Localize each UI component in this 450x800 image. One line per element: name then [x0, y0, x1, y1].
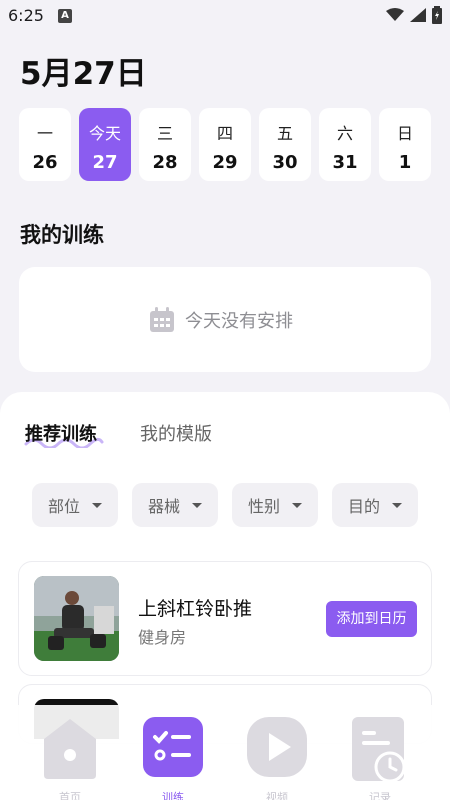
wifi-icon: [386, 8, 404, 21]
calendar-icon: [150, 307, 174, 332]
day-label: 今天: [88, 124, 121, 143]
day-number: 30: [272, 152, 298, 173]
day-friday[interactable]: 五 30: [259, 108, 311, 181]
filter-label: 目的: [347, 497, 380, 516]
nav-plan-label: 训练: [162, 791, 184, 800]
day-label: 四: [216, 124, 233, 143]
workout-thumbnail: [34, 576, 119, 661]
day-wednesday[interactable]: 三 28: [139, 108, 191, 181]
day-label: 六: [336, 124, 353, 143]
nav-history-label: 记录: [369, 791, 391, 800]
workout-photo-icon: [34, 576, 119, 661]
history-report-icon: [352, 717, 406, 783]
day-today[interactable]: 今天 27: [79, 108, 131, 181]
nav-plan[interactable]: [143, 717, 203, 777]
caret-down-icon: [392, 502, 402, 508]
my-training-empty-card: 今天没有安排: [19, 267, 431, 372]
workout-title: 上斜杠铃卧推: [138, 598, 253, 620]
tab-my-templates[interactable]: 我的模版: [140, 420, 212, 446]
page-title-date: 5月27日: [20, 56, 147, 92]
day-number: 27: [92, 152, 118, 173]
empty-state-text: 今天没有安排: [185, 311, 293, 332]
nav-home-label: 首页: [59, 791, 81, 800]
day-sunday[interactable]: 日1: [379, 108, 431, 181]
caret-down-icon: [192, 502, 202, 508]
signal-icon: [410, 8, 426, 22]
status-time: 6:25: [8, 6, 44, 25]
day-number: 29: [212, 152, 238, 173]
home-icon: [44, 719, 96, 779]
caret-down-icon: [292, 502, 302, 508]
day-saturday[interactable]: 六 31: [319, 108, 371, 181]
filter-equipment[interactable]: 器械: [132, 483, 218, 527]
filter-body-part[interactable]: 部位: [32, 483, 118, 527]
day-number: 1: [398, 152, 412, 173]
video-play-icon: [247, 717, 307, 777]
status-icons: [386, 6, 442, 24]
plan-list-icon: [143, 717, 203, 777]
nav-video-label: 视频: [266, 791, 288, 800]
day-monday[interactable]: 一 26: [19, 108, 71, 181]
tab-recommended[interactable]: 推荐训练: [25, 420, 97, 446]
add-to-calendar-button[interactable]: 添加到日历: [326, 601, 417, 637]
filter-label: 部位: [47, 497, 80, 516]
day-number: 26: [32, 152, 58, 173]
empty-state: 今天没有安排: [149, 307, 293, 333]
filter-gender[interactable]: 性别: [232, 483, 318, 527]
caret-down-icon: [92, 502, 102, 508]
workout-card[interactable]: 上斜杠铃卧推 健身房 添加到日历: [18, 561, 432, 676]
filter-goal[interactable]: 目的: [332, 483, 418, 527]
status-bar: 6:25 A: [0, 0, 450, 32]
filter-label: 性别: [247, 497, 280, 516]
day-label: 三: [156, 124, 173, 143]
nav-history[interactable]: [350, 717, 410, 783]
day-thursday[interactable]: 四 29: [199, 108, 251, 181]
day-number: 31: [332, 152, 358, 173]
day-number: 28: [152, 152, 178, 173]
battery-icon: [432, 6, 442, 24]
nav-home[interactable]: [40, 717, 100, 779]
my-training-title: 我的训练: [20, 223, 104, 247]
day-label: 日: [396, 124, 413, 143]
workout-location: 健身房: [138, 628, 187, 647]
bottom-nav: 首页 训练 视频 记录: [0, 705, 450, 800]
notification-badge-icon: A: [58, 9, 72, 23]
filter-label: 器械: [147, 497, 180, 516]
day-label: 五: [276, 124, 293, 143]
day-label: 一: [36, 124, 53, 143]
week-strip: 一 26 今天 27 三 28 四 29 五 30 六 31 日1: [19, 108, 431, 182]
nav-video[interactable]: [247, 717, 307, 777]
